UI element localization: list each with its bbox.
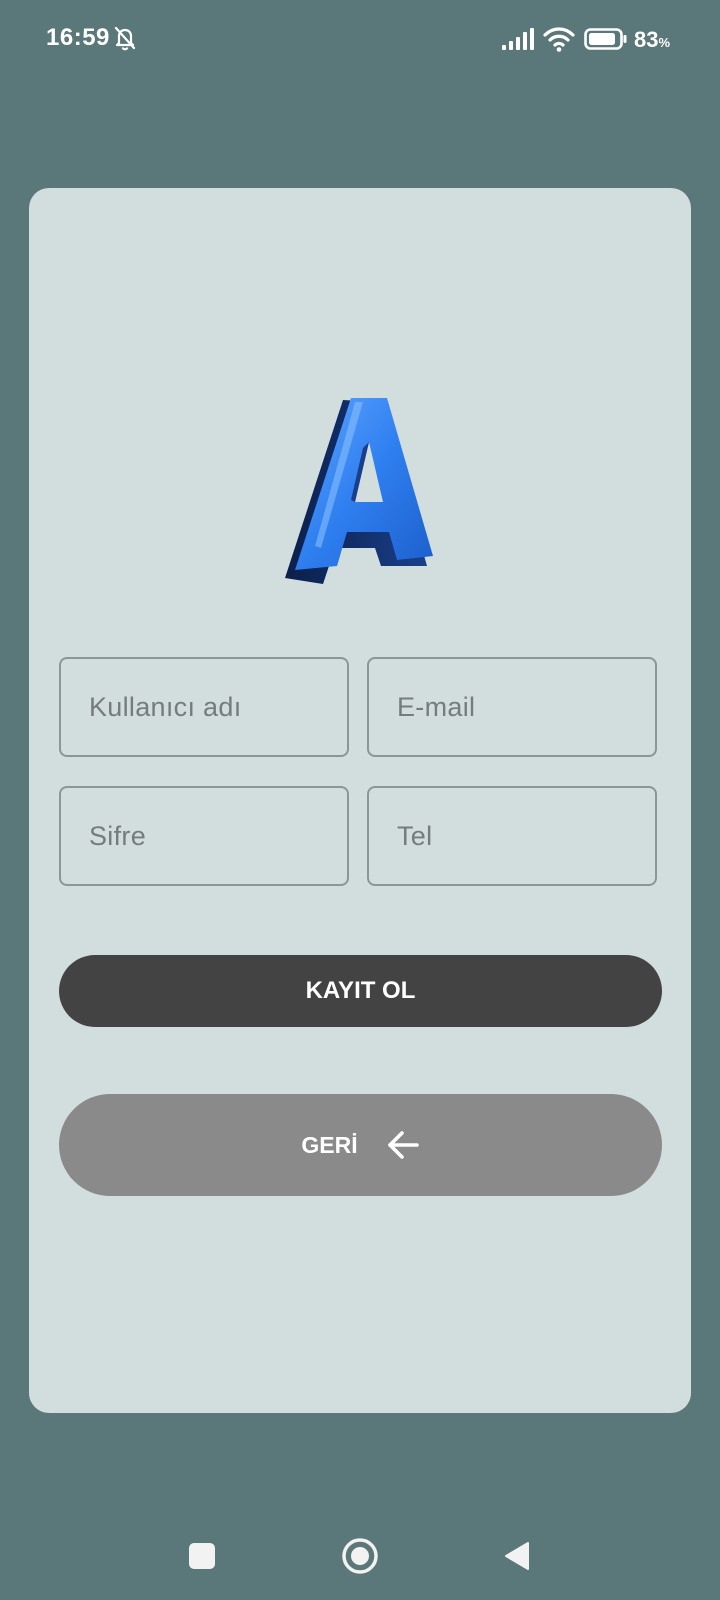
battery-unit: %: [658, 35, 671, 50]
register-card: KAYIT OL GERİ: [29, 188, 691, 1413]
signal-icon: [502, 28, 534, 50]
home-circle-icon[interactable]: [341, 1537, 379, 1575]
back-triangle-icon[interactable]: [503, 1540, 531, 1572]
back-button-label: GERİ: [301, 1131, 358, 1158]
recents-square-icon[interactable]: [189, 1543, 215, 1569]
email-input[interactable]: [369, 659, 655, 755]
arrow-left-icon: [387, 1131, 419, 1159]
back-button[interactable]: GERİ: [59, 1094, 662, 1196]
battery-icon: [584, 28, 627, 50]
status-bar: 16:59 83%: [0, 0, 720, 80]
bell-off-icon: [114, 26, 136, 51]
status-time: 16:59: [46, 24, 110, 51]
phone-input[interactable]: [369, 788, 655, 884]
password-input[interactable]: [61, 788, 347, 884]
app-logo: [285, 398, 433, 584]
register-button[interactable]: KAYIT OL: [59, 955, 662, 1027]
username-input[interactable]: [61, 659, 347, 755]
battery-value: 83: [634, 27, 659, 52]
email-field: [367, 657, 657, 757]
password-field: [59, 786, 349, 886]
phone-field: [367, 786, 657, 886]
wifi-icon: [543, 27, 575, 52]
register-button-label: KAYIT OL: [305, 977, 416, 1004]
username-field: [59, 657, 349, 757]
battery-percentage: 83%: [634, 27, 670, 53]
